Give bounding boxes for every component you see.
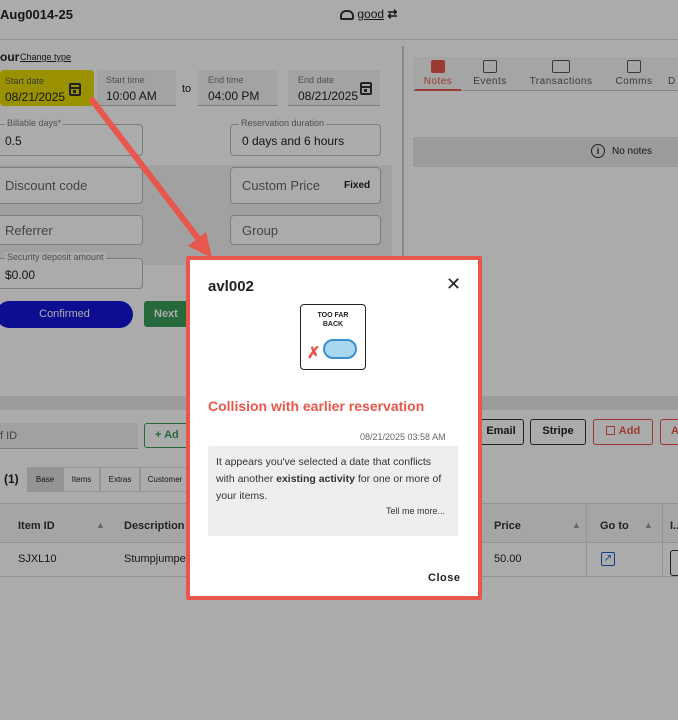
message-box: It appears you've selected a date that c… bbox=[208, 446, 458, 536]
collision-dialog: avl002 ✕ TOO FAR BACK ✗ Collision with e… bbox=[186, 256, 482, 600]
message-timestamp: 08/21/2025 03:58 AM bbox=[360, 432, 446, 442]
tell-me-more-link[interactable]: Tell me more... bbox=[386, 506, 445, 516]
close-button[interactable]: Close bbox=[428, 572, 460, 584]
message-text: It appears you've selected a date that c… bbox=[216, 456, 442, 502]
close-icon[interactable]: ✕ bbox=[446, 274, 461, 295]
collision-heading: Collision with earlier reservation bbox=[208, 398, 425, 414]
dialog-title: avl002 bbox=[208, 278, 254, 295]
too-far-back-image: TOO FAR BACK ✗ bbox=[300, 304, 366, 370]
image-caption: TOO FAR BACK bbox=[317, 312, 349, 328]
x-mark-icon: ✗ bbox=[307, 345, 321, 362]
back-arrow-icon bbox=[323, 339, 357, 359]
